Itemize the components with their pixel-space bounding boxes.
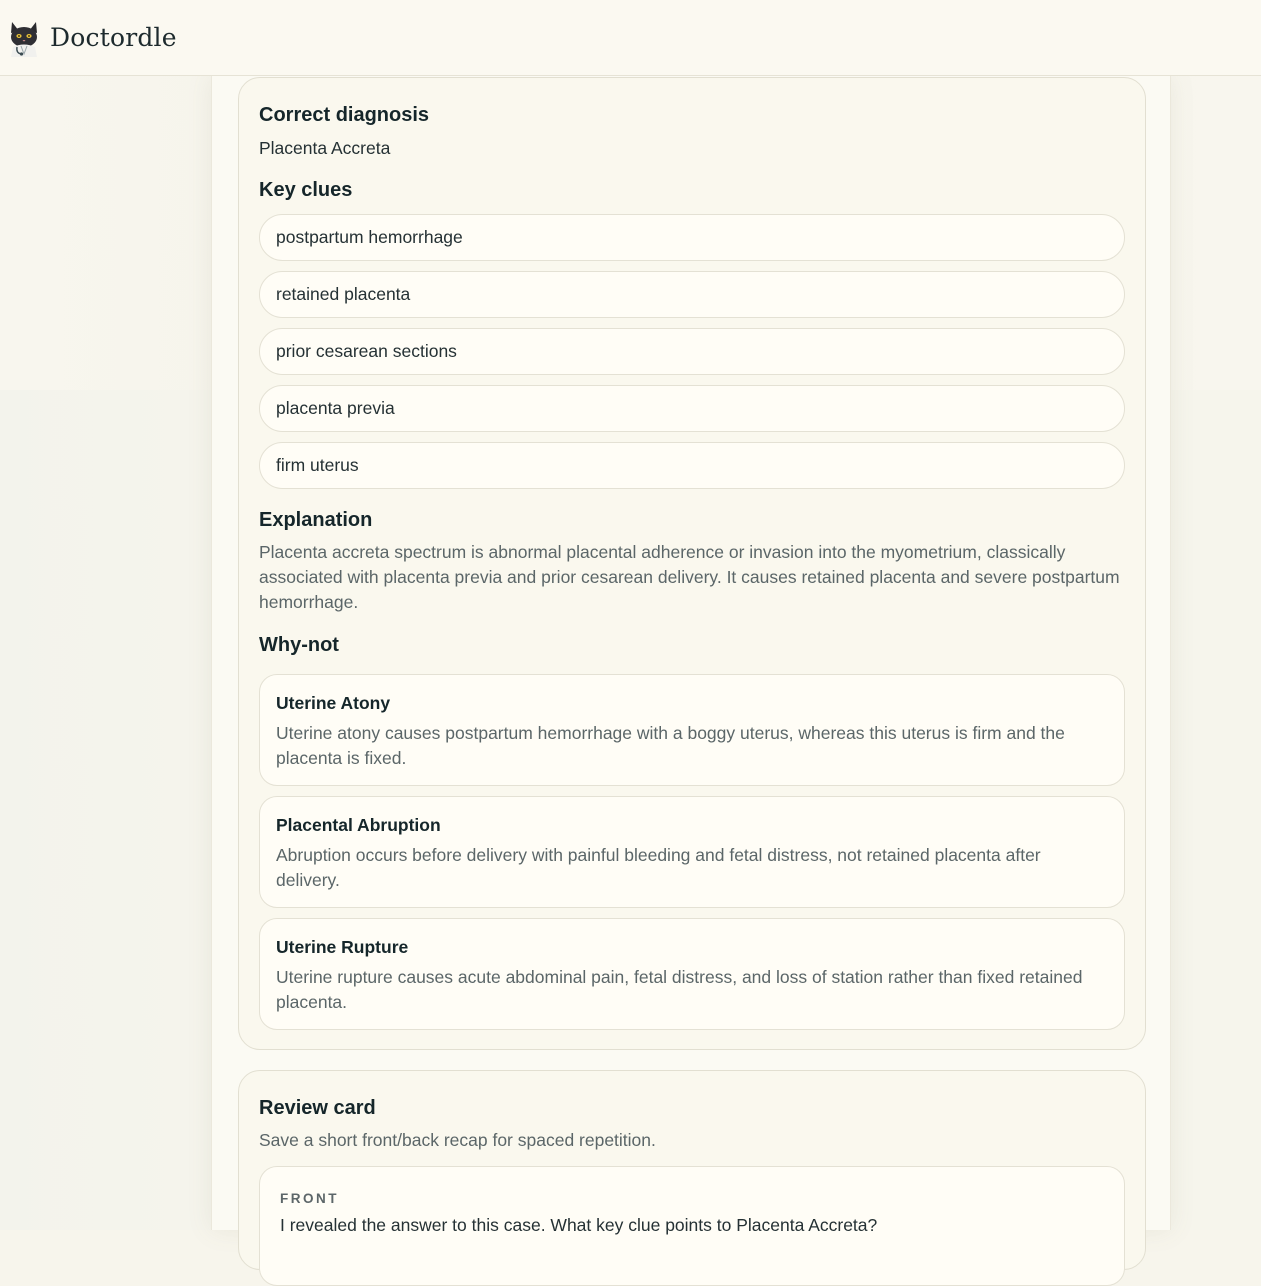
correct-diagnosis-heading: Correct diagnosis xyxy=(259,104,430,126)
why-not-title: Uterine Atony xyxy=(276,693,391,713)
key-clue-label: retained placenta xyxy=(276,284,411,304)
review-card-heading: Review card xyxy=(259,1097,376,1119)
why-not-text: Uterine atony causes postpartum hemorrha… xyxy=(276,723,1065,768)
brand-title[interactable]: Doctordle xyxy=(50,23,177,52)
why-not-item: Placental Abruption Abruption occurs bef… xyxy=(259,796,1125,908)
key-clue-item: prior cesarean sections xyxy=(259,328,1125,375)
why-not-item: Uterine Rupture Uterine rupture causes a… xyxy=(259,918,1125,1030)
key-clue-item: placenta previa xyxy=(259,385,1125,432)
explanation-text: Placenta accreta spectrum is abnormal pl… xyxy=(259,542,1120,612)
explanation-heading: Explanation xyxy=(259,509,373,531)
key-clue-label: postpartum hemorrhage xyxy=(276,227,463,247)
review-card: Review card Save a short front/back reca… xyxy=(238,1070,1146,1286)
key-clue-item: retained placenta xyxy=(259,271,1125,318)
correct-diagnosis-value: Placenta Accreta xyxy=(259,138,391,158)
key-clue-label: placenta previa xyxy=(276,398,395,418)
why-not-title: Placental Abruption xyxy=(276,815,441,835)
why-not-text: Abruption occurs before delivery with pa… xyxy=(276,845,1041,890)
review-card-subtitle: Save a short front/back recap for spaced… xyxy=(259,1130,656,1150)
front-text: I revealed the answer to this case. What… xyxy=(280,1215,878,1235)
key-clues-heading: Key clues xyxy=(259,179,353,201)
why-not-title: Uterine Rupture xyxy=(276,937,409,957)
key-clue-label: prior cesarean sections xyxy=(276,341,457,361)
why-not-heading: Why-not xyxy=(259,634,339,656)
key-clue-item: firm uterus xyxy=(259,442,1125,489)
key-clue-item: postpartum hemorrhage xyxy=(259,214,1125,261)
app-header: Doctordle xyxy=(0,0,1261,76)
main-column: Correct diagnosis Placenta Accreta Key c… xyxy=(211,76,1171,1286)
review-front-box[interactable]: FRONT I revealed the answer to this case… xyxy=(259,1166,1125,1286)
why-not-item: Uterine Atony Uterine atony causes postp… xyxy=(259,674,1125,786)
key-clue-label: firm uterus xyxy=(276,455,359,475)
why-not-text: Uterine rupture causes acute abdominal p… xyxy=(276,967,1083,1012)
cat-doctor-icon[interactable] xyxy=(7,18,41,58)
answer-card: Correct diagnosis Placenta Accreta Key c… xyxy=(238,77,1146,1050)
front-label: FRONT xyxy=(280,1191,339,1206)
